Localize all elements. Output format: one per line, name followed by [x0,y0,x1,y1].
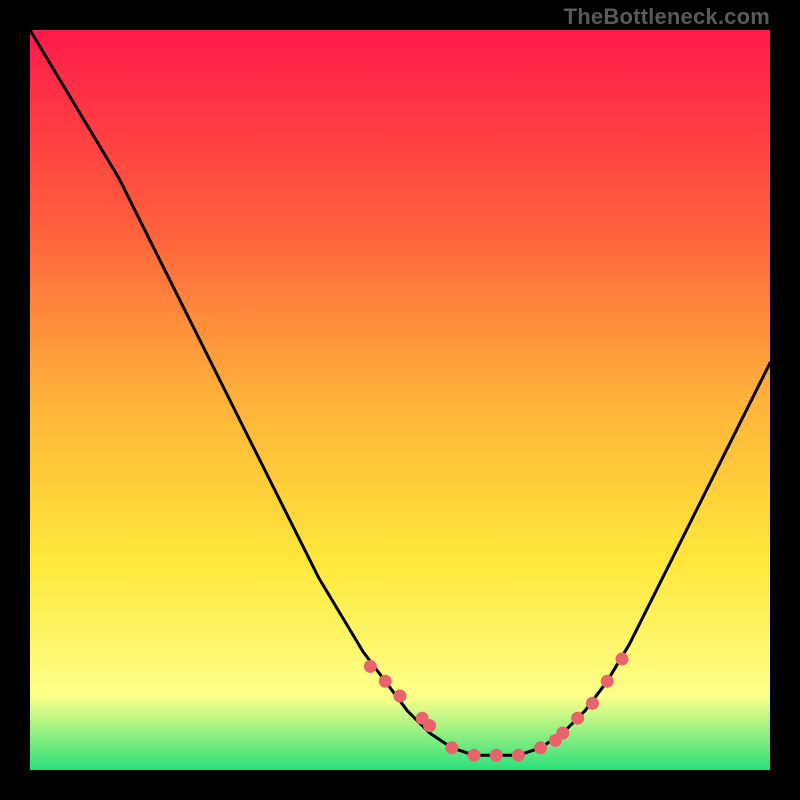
fit-dot [586,697,599,710]
fit-dot [364,660,377,673]
plot-area [30,30,770,770]
fit-dot [571,712,584,725]
fit-dot [490,749,503,762]
fit-dot [556,727,569,740]
fit-dot [601,675,614,688]
fit-dot [379,675,392,688]
fit-dot [512,749,525,762]
fit-dot [394,690,407,703]
plot-svg [30,30,770,770]
fit-dot [423,719,436,732]
attribution-text: TheBottleneck.com [564,4,770,30]
fit-dot [445,741,458,754]
gradient-background [30,30,770,770]
fit-dot [534,741,547,754]
fit-dot [468,749,481,762]
fit-dot [616,653,629,666]
